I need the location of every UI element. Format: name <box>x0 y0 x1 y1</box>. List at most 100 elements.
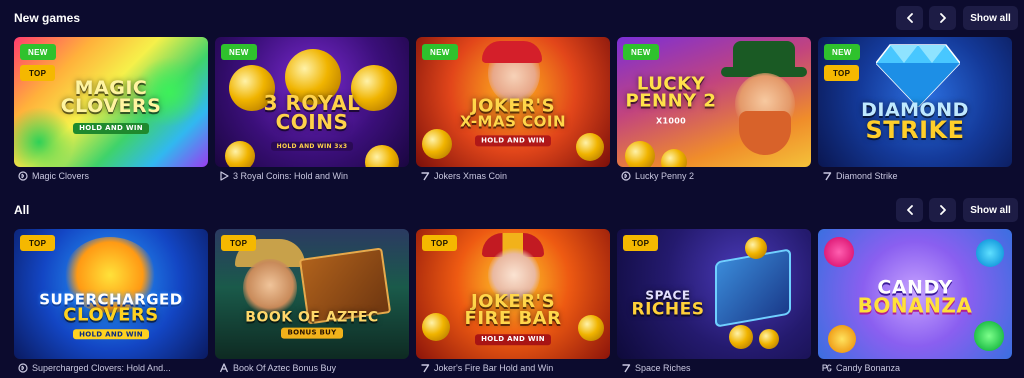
provider-d-icon <box>18 363 28 373</box>
carousel-next-button[interactable] <box>929 198 956 222</box>
chevron-left-icon <box>906 13 913 23</box>
new-games-section: New games Show all MAGIC CLOVERS HOLD AN… <box>0 0 1024 190</box>
game-name: Space Riches <box>635 363 691 373</box>
game-name: Lucky Penny 2 <box>635 171 695 181</box>
game-thumbnail[interactable]: SUPERCHARGED CLOVERS HOLD AND WIN TOP <box>14 229 208 359</box>
provider-pg-icon <box>822 363 832 373</box>
art-subtitle: HOLD AND WIN <box>73 123 149 134</box>
game-art-title: JOKER'S FIRE BAR HOLD AND WIN <box>416 292 610 345</box>
top-badge: TOP <box>221 235 257 251</box>
game-art-title: 3 ROYAL COINS HOLD AND WIN 3x3 <box>215 92 409 152</box>
new-badge: NEW <box>824 44 860 60</box>
game-caption[interactable]: Space Riches <box>621 361 811 375</box>
art-subtitle: HOLD AND WIN <box>475 135 551 147</box>
new-badge: NEW <box>20 44 56 60</box>
game-caption[interactable]: Lucky Penny 2 <box>621 169 811 183</box>
new-badge: NEW <box>623 44 659 60</box>
art-subtitle: HOLD AND WIN <box>475 334 551 345</box>
game-card[interactable]: BOOK OF AZTEC BONUS BUY TOP Book Of Azte… <box>215 229 409 378</box>
game-caption[interactable]: Diamond Strike <box>822 169 1012 183</box>
art-subtitle: BONUS BUY <box>281 327 343 339</box>
art-title-line: PENNY 2 <box>625 90 717 112</box>
art-title-line: CLOVERS <box>63 304 159 326</box>
game-card[interactable]: LUCKY PENNY 2 X1000 NEW Lucky Penny 2 <box>617 37 811 187</box>
game-caption[interactable]: Supercharged Clovers: Hold And... <box>18 361 208 375</box>
section-title: All <box>14 203 30 217</box>
game-name: Joker's Fire Bar Hold and Win <box>434 363 554 373</box>
new-badge: NEW <box>221 44 257 60</box>
art-title-line: COINS <box>275 109 349 134</box>
game-caption[interactable]: 3 Royal Coins: Hold and Win <box>219 169 409 183</box>
game-card[interactable]: 3 ROYAL COINS HOLD AND WIN 3x3 NEW 3 Roy… <box>215 37 409 187</box>
game-card[interactable]: SUPERCHARGED CLOVERS HOLD AND WIN TOP Su… <box>14 229 208 378</box>
provider-seven-icon <box>822 171 832 181</box>
game-thumbnail[interactable]: JOKER'S X-MAS COIN HOLD AND WIN NEW <box>416 37 610 167</box>
game-name: Magic Clovers <box>32 171 90 181</box>
game-thumbnail[interactable]: SPACE RICHES TOP <box>617 229 811 359</box>
provider-d-icon <box>621 171 631 181</box>
game-card[interactable]: DIAMOND STRIKE NEW TOP Diamond Strike <box>818 37 1012 187</box>
game-art-title: DIAMOND STRIKE <box>818 100 1012 141</box>
game-art-title: SPACE RICHES <box>617 289 719 320</box>
section-header: New games Show all <box>0 0 1024 36</box>
game-card[interactable]: JOKER'S FIRE BAR HOLD AND WIN TOP Joker'… <box>416 229 610 378</box>
game-caption[interactable]: Magic Clovers <box>18 169 208 183</box>
show-all-button[interactable]: Show all <box>963 198 1018 222</box>
section-header: All Show all <box>0 192 1024 228</box>
chevron-right-icon <box>939 13 946 23</box>
game-thumbnail[interactable]: LUCKY PENNY 2 X1000 NEW <box>617 37 811 167</box>
games-row: MAGIC CLOVERS HOLD AND WIN NEW TOP Magic… <box>14 37 1014 187</box>
game-name: Diamond Strike <box>836 171 898 181</box>
game-card[interactable]: JOKER'S X-MAS COIN HOLD AND WIN NEW Joke… <box>416 37 610 187</box>
show-all-button[interactable]: Show all <box>963 6 1018 30</box>
top-badge: TOP <box>20 65 56 81</box>
carousel-next-button[interactable] <box>929 6 956 30</box>
chevron-right-icon <box>939 205 946 215</box>
game-art-title: CANDY BONANZA <box>818 278 1012 318</box>
art-title-line: X-MAS COIN <box>459 112 567 131</box>
game-art-title: MAGIC CLOVERS HOLD AND WIN <box>14 78 208 134</box>
art-subtitle: HOLD AND WIN <box>73 328 149 340</box>
provider-play-icon <box>219 171 229 181</box>
game-thumbnail[interactable]: MAGIC CLOVERS HOLD AND WIN NEW TOP <box>14 37 208 167</box>
diamond-icon <box>876 44 960 107</box>
game-thumbnail[interactable]: DIAMOND STRIKE NEW TOP <box>818 37 1012 167</box>
top-badge: TOP <box>422 235 458 251</box>
game-art-title: SUPERCHARGED CLOVERS HOLD AND WIN <box>14 292 208 340</box>
game-name: Candy Bonanza <box>836 363 901 373</box>
game-thumbnail[interactable]: BOOK OF AZTEC BONUS BUY TOP <box>215 229 409 359</box>
game-card[interactable]: CANDY BONANZA Candy Bonanza <box>818 229 1012 378</box>
game-art-title: JOKER'S X-MAS COIN HOLD AND WIN <box>416 96 610 147</box>
game-caption[interactable]: Book Of Aztec Bonus Buy <box>219 361 409 375</box>
game-art-title: LUCKY PENNY 2 X1000 <box>617 75 725 126</box>
art-title-line: STRIKE <box>865 115 965 144</box>
game-name: Jokers Xmas Coin <box>434 171 508 181</box>
game-card[interactable]: MAGIC CLOVERS HOLD AND WIN NEW TOP Magic… <box>14 37 208 187</box>
game-name: Book Of Aztec Bonus Buy <box>233 363 337 373</box>
game-card[interactable]: SPACE RICHES TOP Space Riches <box>617 229 811 378</box>
top-badge: TOP <box>824 65 860 81</box>
art-title-line: BOOK OF AZTEC <box>245 309 379 326</box>
chevron-left-icon <box>906 205 913 215</box>
game-thumbnail[interactable]: CANDY BONANZA <box>818 229 1012 359</box>
provider-seven-icon <box>621 363 631 373</box>
art-subtitle: X1000 <box>656 116 686 126</box>
game-name: 3 Royal Coins: Hold and Win <box>233 171 349 181</box>
art-title-line: RICHES <box>631 299 705 320</box>
provider-a-icon <box>219 363 229 373</box>
game-caption[interactable]: Joker's Fire Bar Hold and Win <box>420 361 610 375</box>
game-thumbnail[interactable]: 3 ROYAL COINS HOLD AND WIN 3x3 NEW <box>215 37 409 167</box>
game-caption[interactable]: Candy Bonanza <box>822 361 1012 375</box>
game-art-title: BOOK OF AZTEC BONUS BUY <box>215 309 409 339</box>
game-name: Supercharged Clovers: Hold And... <box>32 363 171 373</box>
new-badge: NEW <box>422 44 458 60</box>
carousel-prev-button[interactable] <box>896 198 923 222</box>
art-title-line: CLOVERS <box>60 95 162 118</box>
game-caption[interactable]: Jokers Xmas Coin <box>420 169 610 183</box>
art-title-line: FIRE BAR <box>464 308 562 330</box>
games-row: SUPERCHARGED CLOVERS HOLD AND WIN TOP Su… <box>14 229 1014 378</box>
game-thumbnail[interactable]: JOKER'S FIRE BAR HOLD AND WIN TOP <box>416 229 610 359</box>
carousel-prev-button[interactable] <box>896 6 923 30</box>
top-badge: TOP <box>20 235 56 251</box>
art-title-line: BONANZA <box>857 293 973 318</box>
